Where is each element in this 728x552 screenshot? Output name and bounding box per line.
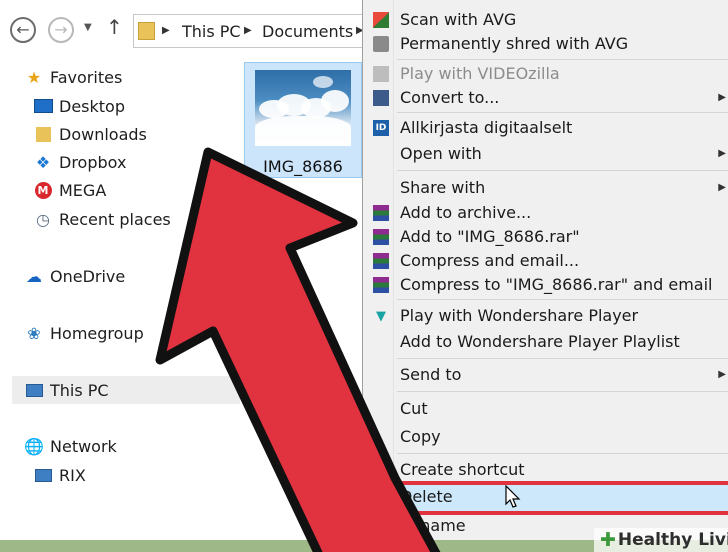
menu-separator	[397, 59, 728, 60]
address-bar[interactable]: ▶ This PC ▶ Documents ▶	[133, 14, 373, 48]
winrar-icon	[373, 277, 389, 293]
folder-icon	[138, 22, 155, 40]
menu-item-copy[interactable]: Copy	[363, 425, 728, 449]
recent-places-icon: ◷	[36, 209, 50, 229]
sidebar-item-dropbox[interactable]: ❖ Dropbox	[33, 149, 127, 175]
sidebar-item-downloads[interactable]: Downloads	[33, 121, 147, 147]
winrar-icon	[373, 205, 389, 221]
mega-icon: M	[33, 180, 53, 200]
menu-separator	[397, 453, 728, 454]
computer-icon	[33, 465, 53, 485]
navigation-pane: ★ Favorites Desktop Downloads ❖ Dropbox …	[0, 60, 240, 540]
plus-logo-icon: ✚	[600, 529, 616, 551]
sidebar-item-label: MEGA	[59, 180, 107, 200]
breadcrumb-documents[interactable]: Documents	[262, 22, 353, 41]
sidebar-item-label: Recent places	[59, 209, 171, 229]
sidebar-item-rix[interactable]: RIX	[33, 462, 86, 488]
menu-item-add-to-rar[interactable]: Add to "IMG_8686.rar"	[363, 225, 728, 249]
convert-icon	[373, 90, 389, 106]
menu-item-allkirjasta-digitaalselt[interactable]: ID Allkirjasta digitaalselt	[363, 116, 728, 140]
context-menu: Scan with AVG Permanently shred with AVG…	[359, 0, 728, 540]
sidebar-item-label: This PC	[50, 380, 109, 400]
dropbox-icon: ❖	[35, 152, 51, 172]
sidebar-item-desktop[interactable]: Desktop	[33, 93, 125, 119]
watermark-text: Healthy Living	[617, 530, 728, 550]
menu-item-open-with[interactable]: Open with ▶	[363, 142, 728, 166]
sidebar-item-homegroup[interactable]: ❀ Homegroup	[24, 320, 144, 346]
file-name: IMG_8686	[263, 157, 343, 176]
desktop-icon	[33, 96, 53, 116]
image-thumbnail	[255, 70, 351, 146]
menu-item-add-to-archive[interactable]: Add to archive...	[363, 201, 728, 225]
file-item-selected[interactable]: IMG_8686	[244, 62, 362, 178]
network-icon: 🌐	[24, 436, 44, 456]
submenu-arrow-icon: ▶	[718, 182, 726, 193]
sidebar-item-label: Dropbox	[59, 152, 127, 172]
avg-icon	[373, 12, 389, 28]
sidebar-item-favorites[interactable]: ★ Favorites	[24, 64, 122, 90]
breadcrumb-this-pc[interactable]: This PC	[182, 22, 241, 41]
breadcrumb-separator-icon[interactable]: ▶	[162, 25, 170, 36]
sidebar-item-mega[interactable]: M MEGA	[33, 177, 106, 203]
watermark: ✚ Healthy Living	[594, 528, 728, 552]
star-icon: ★	[26, 67, 42, 87]
submenu-arrow-icon: ▶	[718, 148, 726, 159]
wondershare-icon: ▼	[376, 308, 386, 324]
winrar-icon	[373, 229, 389, 245]
menu-separator	[397, 170, 728, 171]
menu-item-scan-with-avg[interactable]: Scan with AVG	[363, 8, 728, 32]
sidebar-item-label: RIX	[59, 465, 86, 485]
menu-item-delete[interactable]: Delete	[359, 481, 728, 515]
menu-item-create-shortcut[interactable]: Create shortcut	[363, 458, 728, 482]
sidebar-item-recent-places[interactable]: ◷ Recent places	[33, 206, 171, 232]
up-one-level-icon[interactable]: ↑	[106, 17, 123, 37]
forward-button[interactable]: →	[48, 17, 74, 43]
breadcrumb-separator-icon[interactable]: ▶	[244, 25, 252, 36]
submenu-arrow-icon: ▶	[718, 369, 726, 380]
menu-item-play-with-wondershare[interactable]: ▼ Play with Wondershare Player	[363, 304, 728, 328]
menu-separator	[397, 112, 728, 113]
menu-item-play-with-videozilla[interactable]: Play with VIDEOzilla	[363, 62, 728, 86]
menu-item-add-to-wondershare-playlist[interactable]: Add to Wondershare Player Playlist	[363, 330, 728, 354]
menu-separator	[397, 391, 728, 392]
sidebar-item-label: Network	[50, 436, 117, 456]
sidebar-item-label: OneDrive	[50, 266, 126, 286]
shredder-icon	[373, 36, 389, 52]
homegroup-icon: ❀	[27, 323, 41, 343]
sidebar-item-label: Desktop	[59, 96, 125, 116]
digital-signature-icon: ID	[373, 120, 389, 136]
menu-separator	[397, 358, 728, 359]
sidebar-item-onedrive[interactable]: ☁ OneDrive	[24, 263, 125, 289]
submenu-arrow-icon: ▶	[718, 92, 726, 103]
sidebar-item-label: Favorites	[50, 67, 123, 87]
menu-separator	[397, 299, 728, 300]
menu-item-send-to[interactable]: Send to ▶	[363, 363, 728, 387]
menu-item-share-with[interactable]: Share with ▶	[363, 176, 728, 200]
computer-icon	[24, 380, 44, 400]
cloud-icon: ☁	[26, 266, 42, 286]
menu-item-compress-and-email[interactable]: Compress and email...	[363, 249, 728, 273]
recent-locations-dropdown-icon[interactable]: ▼	[84, 22, 92, 33]
mouse-cursor-icon	[505, 485, 521, 508]
menu-item-shred-with-avg[interactable]: Permanently shred with AVG	[363, 32, 728, 56]
sidebar-item-label: Downloads	[59, 124, 147, 144]
back-button[interactable]: ←	[10, 17, 36, 43]
forward-arrow-icon: →	[54, 20, 68, 39]
sidebar-item-this-pc[interactable]: This PC	[24, 377, 109, 403]
menu-item-convert-to[interactable]: Convert to... ▶	[363, 86, 728, 110]
sidebar-item-label: Homegroup	[50, 323, 144, 343]
downloads-folder-icon	[33, 124, 53, 144]
file-explorer-window: ← → ▼ ↑ ▶ This PC ▶ Documents ▶ ★ Favori…	[0, 0, 728, 540]
menu-item-cut[interactable]: Cut	[363, 397, 728, 421]
back-arrow-icon: ←	[16, 20, 30, 39]
sidebar-item-network[interactable]: 🌐 Network	[24, 433, 117, 459]
winrar-icon	[373, 253, 389, 269]
menu-item-compress-to-rar-and-email[interactable]: Compress to "IMG_8686.rar" and email	[363, 273, 728, 297]
videozilla-icon	[373, 66, 389, 82]
